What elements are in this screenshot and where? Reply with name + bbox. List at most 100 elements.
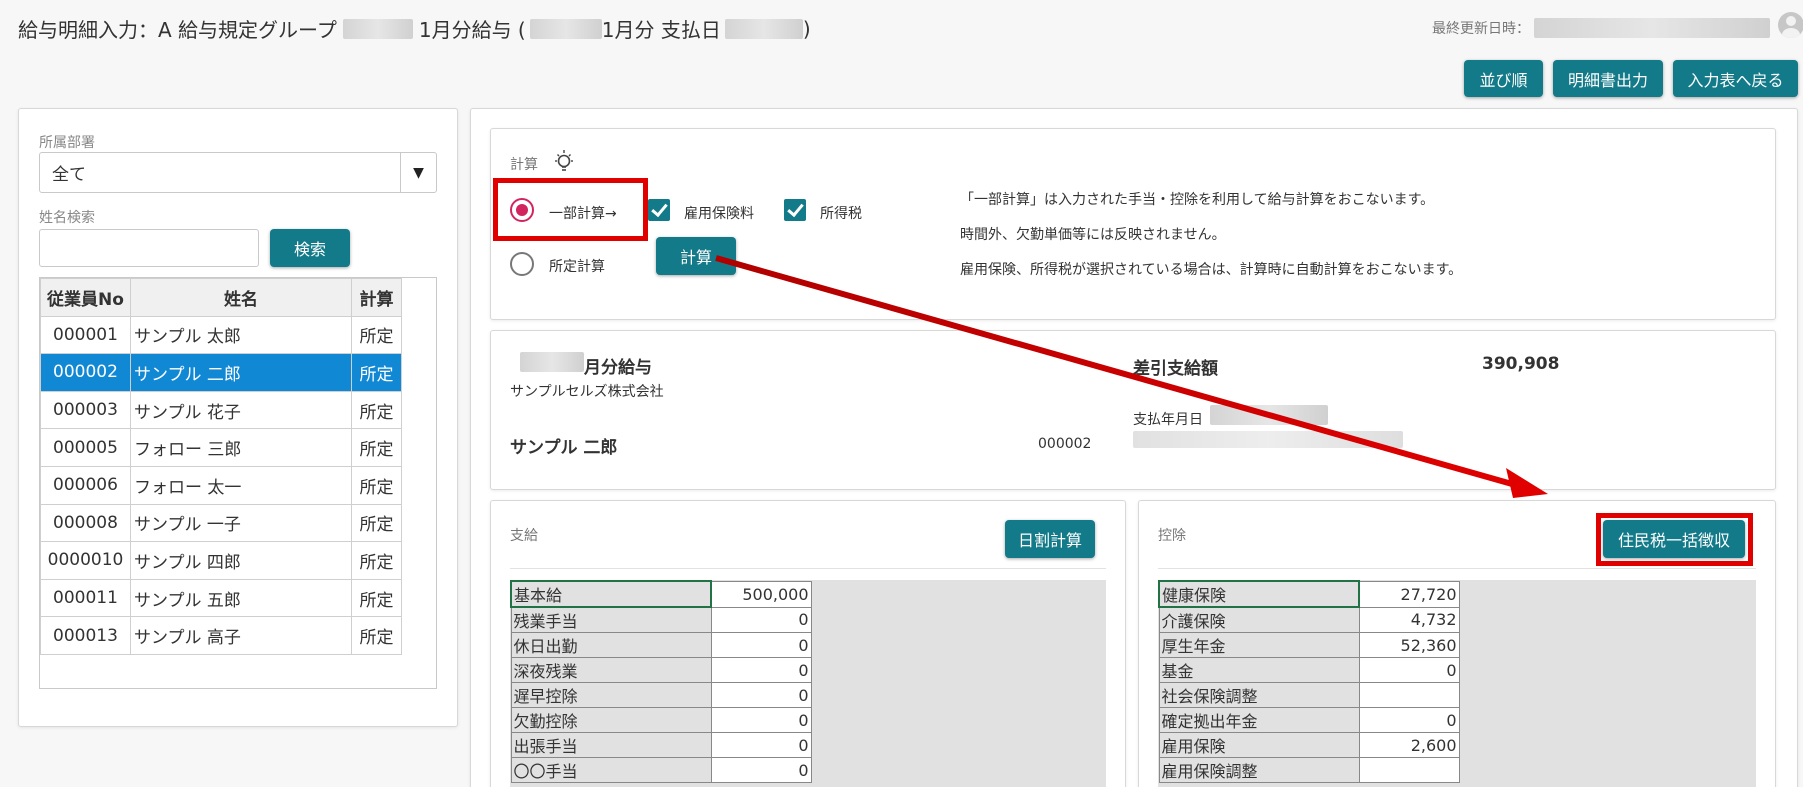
grid-label-cell: 基本給 [510, 580, 712, 608]
grid-value-cell[interactable]: 500,000 [710, 580, 812, 608]
grid-value-cell[interactable]: 0 [710, 632, 812, 658]
daily-calc-button[interactable]: 日割計算 [1005, 520, 1095, 558]
title-suffix: ) [802, 16, 811, 41]
calc-type-cell: 所定 [351, 616, 402, 655]
grid-row: 基金 0 [1158, 657, 1460, 683]
grid-label-cell: 基金 [1158, 657, 1360, 683]
employee-no-cell: 000013 [40, 616, 131, 655]
annotation-highlight-box [1596, 513, 1753, 566]
dropdown-arrow-icon[interactable]: ▼ [400, 153, 436, 192]
grid-row: 〇〇手当 0 [510, 757, 812, 783]
grid-value-cell[interactable]: 52,360 [1358, 632, 1460, 658]
last-updated-label: 最終更新日時： [1432, 21, 1530, 37]
employee-table-container[interactable]: 従業員No 姓名 計算 000001 サンプル 太郎 所定 000002 サンプル 二… [39, 277, 437, 689]
employee-name-cell: サンプル 一子 [130, 503, 352, 543]
calc-type-cell: 所定 [351, 541, 402, 580]
table-row[interactable]: 000008 サンプル 一子 所定 [40, 503, 402, 543]
employee-name-cell: サンプル 高子 [130, 616, 352, 655]
grid-value-cell[interactable]: 0 [710, 732, 812, 758]
grid-label-cell: 確定拠出年金 [1158, 707, 1360, 733]
calc-type-cell: 所定 [351, 353, 402, 392]
employee-name-cell: フォロー 太一 [130, 465, 352, 505]
table-row[interactable]: 0000010 サンプル 四郎 所定 [40, 541, 402, 580]
payments-title: 支給 [510, 528, 538, 544]
grid-row: 休日出勤 0 [510, 632, 812, 658]
grid-label-cell: 遅早控除 [510, 682, 712, 708]
grid-label-cell: 深夜残業 [510, 657, 712, 683]
employee-name-cell: サンプル 五郎 [130, 578, 352, 618]
table-row[interactable]: 000001 サンプル 太郎 所定 [40, 315, 402, 355]
grid-value-cell[interactable]: 0 [1358, 657, 1460, 683]
table-row[interactable]: 000006 フォロー 太一 所定 [40, 465, 402, 505]
employee-no-cell: 0000010 [40, 541, 131, 580]
title-paydate-label: 1月分 支払日 [601, 18, 721, 42]
employee-no-cell: 000002 [40, 353, 131, 392]
grid-row: 出張手当 0 [510, 732, 812, 758]
employment-insurance-checkbox[interactable] [648, 199, 670, 221]
employee-no-cell: 000001 [40, 315, 131, 355]
grid-value-cell[interactable]: 0 [1358, 707, 1460, 733]
employee-no-cell: 000011 [40, 578, 131, 618]
standard-calc-radio[interactable] [510, 252, 534, 276]
calc-type-cell: 所定 [351, 390, 402, 430]
employee-name-cell: フォロー 三郎 [130, 428, 352, 467]
name-search-input[interactable] [39, 229, 259, 267]
grid-label-cell: 休日出勤 [510, 632, 712, 658]
employee-name-cell: サンプル 太郎 [130, 315, 352, 355]
grid-value-cell[interactable]: 4,732 [1358, 606, 1460, 633]
grid-value-cell[interactable]: 0 [710, 657, 812, 683]
net-pay-value: 390,908 [1482, 354, 1560, 374]
lightbulb-icon[interactable] [552, 149, 576, 175]
grid-value-cell[interactable]: 0 [710, 606, 812, 633]
grid-value-cell[interactable]: 0 [710, 682, 812, 708]
grid-row: 残業手当 0 [510, 606, 812, 633]
standard-calc-label: 所定計算 [549, 259, 605, 275]
grid-row: 雇用保険 2,600 [1158, 732, 1460, 758]
table-row[interactable]: 000013 サンプル 高子 所定 [40, 616, 402, 655]
calc-label: 計算 [510, 157, 538, 173]
pay-date-label: 支払年月日 [1133, 412, 1203, 428]
grid-value-cell[interactable]: 27,720 [1358, 580, 1460, 608]
title-month: 1月分給与 ( [418, 18, 526, 42]
pay-period-label: 月分給与 [584, 358, 652, 378]
dept-select[interactable]: 全て [39, 152, 437, 193]
grid-value-cell[interactable]: 2,600 [1358, 732, 1460, 758]
calculate-button[interactable]: 計算 [656, 237, 736, 275]
calc-note-2: 時間外、欠勤単価等には反映されません。 [960, 227, 1226, 243]
back-to-input-button[interactable]: 入力表へ戻る [1673, 60, 1798, 97]
search-button[interactable]: 検索 [270, 229, 350, 267]
income-tax-checkbox[interactable] [784, 199, 806, 221]
grid-label-cell: 健康保険 [1158, 580, 1360, 608]
grid-value-cell[interactable]: 0 [710, 707, 812, 733]
sort-order-button[interactable]: 並び順 [1464, 60, 1543, 97]
deductions-title: 控除 [1158, 528, 1186, 544]
column-header-employee-no[interactable]: 従業員No [40, 278, 131, 317]
grid-value-cell[interactable] [1358, 757, 1460, 783]
column-header-name[interactable]: 姓名 [130, 278, 352, 317]
table-row-selected[interactable]: 000002 サンプル 二郎 所定 [40, 353, 402, 392]
statement-output-button[interactable]: 明細書出力 [1553, 60, 1663, 97]
dept-label: 所属部署 [39, 135, 95, 151]
table-row[interactable]: 000003 サンプル 花子 所定 [40, 390, 402, 430]
grid-label-cell: 〇〇手当 [510, 757, 712, 783]
employee-name-cell: サンプル 花子 [130, 390, 352, 430]
redacted-text [724, 18, 803, 39]
employee-number: 000002 [1038, 436, 1092, 452]
table-row[interactable]: 000005 フォロー 三郎 所定 [40, 428, 402, 467]
grid-value-cell[interactable] [1358, 682, 1460, 708]
grid-row: 健康保険 27,720 [1158, 580, 1460, 608]
column-header-calc[interactable]: 計算 [351, 278, 402, 317]
grid-row: 介護保険 4,732 [1158, 606, 1460, 633]
grid-row: 雇用保険調整 [1158, 757, 1460, 783]
table-row[interactable]: 000011 サンプル 五郎 所定 [40, 578, 402, 618]
divider [1158, 568, 1756, 569]
deductions-grid: 健康保険 27,720 介護保険 4,732 厚生年金 52,360 基金 0 社会保険… [1158, 580, 1460, 783]
name-search-label: 姓名検索 [39, 210, 95, 226]
grid-value-cell[interactable]: 0 [710, 757, 812, 783]
company-name: サンプルセルズ株式会社 [510, 384, 664, 400]
grid-row: 基本給 500,000 [510, 580, 812, 608]
redacted-text [342, 18, 413, 39]
redacted-text [1133, 431, 1403, 448]
user-avatar-icon[interactable] [1778, 12, 1803, 38]
grid-label-cell: 厚生年金 [1158, 632, 1360, 658]
